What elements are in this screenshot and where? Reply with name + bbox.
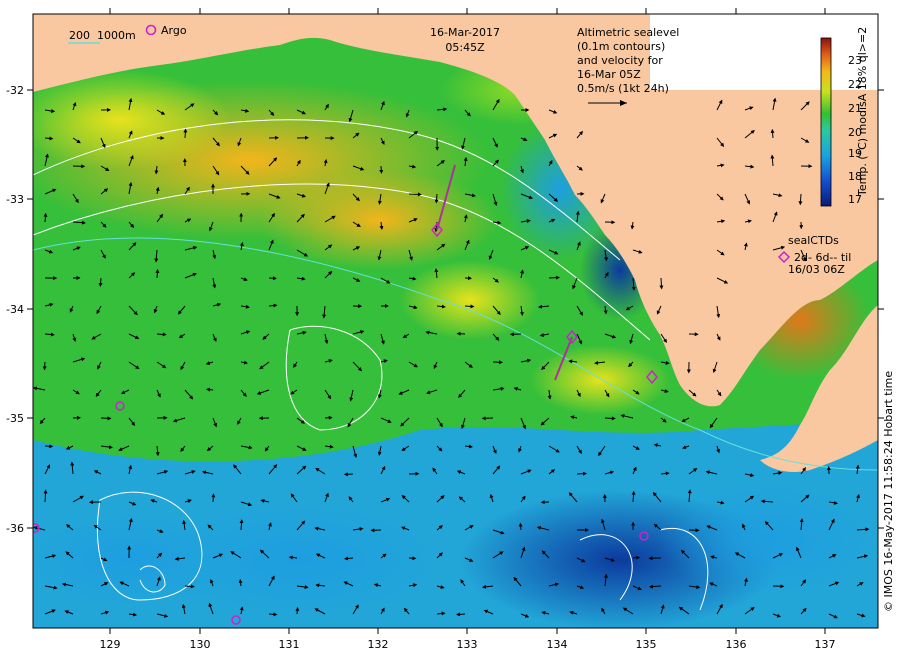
velocity-arrow bbox=[464, 304, 475, 309]
map-plot-area bbox=[33, 14, 878, 628]
altimetry-line: (0.1m contours) bbox=[577, 40, 665, 53]
velocity-arrow bbox=[632, 555, 641, 560]
colorbar-label: Temp. (°C) modisA 18% ql>=2 bbox=[856, 27, 869, 197]
lat-label: -33 bbox=[6, 193, 24, 206]
velocity-arrow bbox=[184, 584, 195, 589]
lon-label: 134 bbox=[547, 638, 568, 651]
map-date: 16-Mar-2017 bbox=[430, 26, 500, 39]
velocity-arrow bbox=[604, 416, 616, 421]
depth-legend-1000: 1000m bbox=[97, 29, 136, 42]
seal-legend-time: 16/03 06Z bbox=[788, 263, 845, 276]
lon-label: 136 bbox=[726, 638, 747, 651]
lon-label: 133 bbox=[457, 638, 478, 651]
velocity-arrow bbox=[98, 277, 103, 287]
longitude-labels: 129 130 131 132 133 134 135 136 137 bbox=[100, 638, 836, 651]
depth-legend: 200 1000m bbox=[68, 29, 136, 44]
lon-label: 129 bbox=[100, 638, 121, 651]
velocity-arrow bbox=[295, 607, 300, 615]
cool-water-patch-east bbox=[660, 480, 878, 600]
lat-label: -32 bbox=[6, 84, 24, 97]
latitude-labels: -32 -33 -34 -35 -36 bbox=[6, 84, 24, 535]
lon-label: 135 bbox=[636, 638, 657, 651]
depth-legend-200: 200 bbox=[69, 29, 90, 42]
velocity-arrow bbox=[156, 332, 167, 337]
argo-legend-label: Argo bbox=[161, 24, 187, 37]
velocity-arrow bbox=[44, 136, 54, 141]
velocity-arrow bbox=[434, 193, 439, 204]
velocity-arrow bbox=[43, 489, 48, 503]
velocity-arrow bbox=[268, 612, 278, 617]
map-time: 05:45Z bbox=[445, 41, 485, 54]
velocity-arrow bbox=[456, 612, 466, 617]
velocity-arrow bbox=[42, 361, 47, 371]
velocity-arrow bbox=[155, 268, 160, 279]
credit-text: © IMOS 16-May-2017 11:58:24 Hobart time bbox=[882, 371, 895, 612]
land-label-area bbox=[650, 14, 878, 90]
velocity-arrow bbox=[211, 493, 216, 503]
velocity-arrow bbox=[183, 128, 188, 139]
velocity-arrow bbox=[798, 193, 803, 206]
velocity-arrow bbox=[408, 192, 422, 197]
velocity-arrow bbox=[548, 275, 560, 280]
velocity-arrow bbox=[206, 387, 214, 392]
velocity-arrow bbox=[770, 128, 775, 139]
velocity-arrow bbox=[576, 471, 587, 476]
warm-water-patch-mid bbox=[400, 260, 540, 340]
seal-legend-title: sealCTDs bbox=[788, 234, 839, 247]
altimetry-line: Altimetric sealevel bbox=[577, 26, 679, 39]
velocity-arrow bbox=[659, 277, 664, 290]
lon-label: 137 bbox=[815, 638, 836, 651]
lat-label: -35 bbox=[6, 412, 24, 425]
lon-label: 130 bbox=[190, 638, 211, 651]
altimetry-line: and velocity for bbox=[577, 54, 663, 67]
altimetry-line: 16-Mar 05Z bbox=[577, 68, 641, 81]
lat-label: -36 bbox=[6, 522, 24, 535]
velocity-arrow bbox=[43, 212, 48, 223]
lon-label: 131 bbox=[279, 638, 300, 651]
altimetry-line: 0.5m/s (1kt 24h) bbox=[577, 82, 669, 95]
lat-label: -34 bbox=[6, 303, 24, 316]
sst-map: 129 130 131 132 133 134 135 136 137 -32 … bbox=[6, 8, 895, 651]
lon-label: 132 bbox=[368, 638, 389, 651]
velocity-arrow bbox=[379, 165, 384, 174]
colorbar-scale bbox=[820, 37, 832, 207]
velocity-arrow bbox=[518, 522, 523, 531]
